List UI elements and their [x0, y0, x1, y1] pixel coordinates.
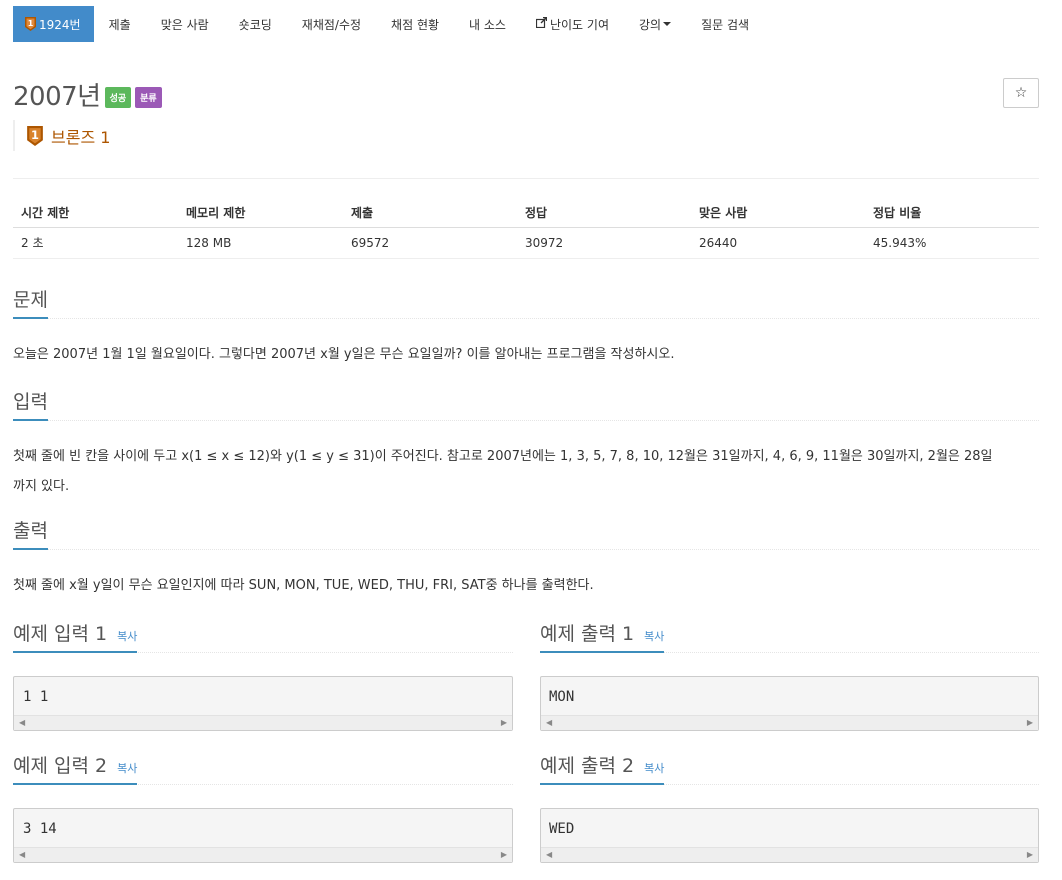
copy-sample-input-1-button[interactable]: 복사	[117, 630, 137, 643]
output-header: 출력	[13, 518, 1039, 550]
input-text-line: 까지 있다.	[13, 479, 70, 494]
submissions-value: 69572	[343, 227, 517, 259]
sample-output-1-box[interactable]: MON ◀ ▶	[540, 676, 1039, 731]
nav-status[interactable]: 채점 현황	[376, 6, 454, 42]
output-text: 첫째 줄에 x월 y일이 무슨 요일인지에 따라 SUN, MON, TUE, …	[13, 578, 594, 593]
table-header: 맞은 사람	[691, 198, 865, 228]
sample-input-2-header: 예제 입력 2 복사	[13, 753, 513, 785]
table-header: 시간 제한	[13, 198, 178, 228]
output-title: 출력	[13, 518, 48, 550]
favorite-star-button[interactable]: ☆	[1003, 78, 1039, 108]
accept-ratio-value: 45.943%	[865, 227, 1039, 259]
description-text: 오늘은 2007년 1월 1일 월요일이다. 그렇다면 2007년 x월 y일은…	[13, 347, 675, 362]
copy-sample-output-1-button[interactable]: 복사	[644, 630, 664, 643]
scroll-left-icon[interactable]: ◀	[546, 718, 552, 727]
svg-text:1: 1	[31, 127, 39, 141]
sample-input-2-title-wrap: 예제 입력 2 복사	[13, 753, 138, 785]
horizontal-scrollbar[interactable]: ◀ ▶	[541, 847, 1038, 862]
sample-output-1-code: MON	[549, 689, 575, 705]
nav-lecture-label: 강의	[638, 17, 662, 32]
description-title: 문제	[13, 287, 48, 319]
sample-input-1-title-wrap: 예제 입력 1 복사	[13, 621, 138, 653]
scroll-right-icon[interactable]: ▶	[1027, 718, 1033, 727]
nav-my-source[interactable]: 내 소스	[454, 6, 521, 42]
problem-menu: 1 1924번 제출 맞은 사람 숏코딩 재채점/수정 채점 현황 내 소스 난…	[13, 6, 764, 42]
tier-label[interactable]: 브론즈 1	[51, 124, 110, 148]
scroll-right-icon[interactable]: ▶	[1027, 850, 1033, 859]
nav-lecture-dropdown[interactable]: 강의	[624, 6, 686, 42]
problem-info-table: 시간 제한 메모리 제한 제출 정답 맞은 사람 정답 비율 2 초 128 M…	[13, 198, 1039, 259]
nav-difficulty-label: 난이도 기여	[549, 17, 609, 32]
memory-limit-value: 128 MB	[178, 227, 343, 259]
sample-output-2-title-wrap: 예제 출력 2 복사	[540, 753, 665, 785]
scroll-left-icon[interactable]: ◀	[19, 718, 25, 727]
divider	[13, 178, 1039, 179]
table-header: 메모리 제한	[178, 198, 343, 228]
table-header: 정답 비율	[865, 198, 1039, 228]
copy-sample-input-2-button[interactable]: 복사	[117, 762, 137, 775]
scroll-left-icon[interactable]: ◀	[19, 850, 25, 859]
scroll-right-icon[interactable]: ▶	[501, 850, 507, 859]
solved-users-value: 26440	[691, 227, 865, 259]
sample-input-2-title: 예제 입력 2	[13, 755, 108, 777]
description-header: 문제	[13, 287, 1039, 319]
nav-problem-number-label: 1924번	[39, 17, 81, 32]
table-row: 2 초 128 MB 69572 30972 26440 45.943%	[13, 227, 1039, 259]
scroll-left-icon[interactable]: ◀	[546, 850, 552, 859]
sample-input-1-title: 예제 입력 1	[13, 623, 108, 645]
svg-text:1: 1	[28, 19, 34, 28]
horizontal-scrollbar[interactable]: ◀ ▶	[541, 715, 1038, 730]
sample-output-2-title: 예제 출력 2	[540, 755, 635, 777]
caret-down-icon	[663, 22, 672, 26]
table-header: 정답	[517, 198, 691, 228]
nav-solved-users[interactable]: 맞은 사람	[146, 6, 224, 42]
tier-indicator: 1 브론즈 1	[13, 120, 110, 151]
problem-title-row: 2007년 성공 분류	[13, 76, 162, 113]
sample-output-2-code: WED	[549, 821, 575, 837]
bronze-tier-icon: 1	[27, 125, 43, 146]
input-text: 첫째 줄에 빈 칸을 사이에 두고 x(1 ≤ x ≤ 12)와 y(1 ≤ y…	[13, 442, 1039, 502]
star-icon: ☆	[1014, 85, 1028, 101]
bronze-tier-icon: 1	[25, 17, 36, 31]
input-text-line: 첫째 줄에 빈 칸을 사이에 두고 x(1 ≤ x ≤ 12)와 y(1 ≤ y…	[13, 449, 993, 464]
horizontal-scrollbar[interactable]: ◀ ▶	[14, 715, 512, 730]
input-title: 입력	[13, 389, 48, 421]
nav-submit[interactable]: 제출	[94, 6, 146, 42]
horizontal-scrollbar[interactable]: ◀ ▶	[14, 847, 512, 862]
nav-rejudge[interactable]: 재채점/수정	[287, 6, 376, 42]
accepted-value: 30972	[517, 227, 691, 259]
status-badge-solved[interactable]: 성공	[104, 87, 132, 108]
time-limit-value: 2 초	[13, 227, 178, 259]
table-header: 제출	[343, 198, 517, 228]
nav-short-coding[interactable]: 숏코딩	[224, 6, 287, 42]
input-header: 입력	[13, 389, 1039, 421]
external-link-icon	[535, 16, 548, 31]
sample-output-2-header: 예제 출력 2 복사	[540, 753, 1039, 785]
page-title: 2007년	[13, 82, 101, 112]
nav-problem-number[interactable]: 1 1924번	[13, 6, 94, 42]
nav-question-search[interactable]: 질문 검색	[686, 6, 764, 42]
table-header-row: 시간 제한 메모리 제한 제출 정답 맞은 사람 정답 비율	[13, 198, 1039, 228]
category-badge[interactable]: 분류	[135, 87, 162, 108]
sample-output-1-header: 예제 출력 1 복사	[540, 621, 1039, 653]
sample-input-1-box[interactable]: 1 1 ◀ ▶	[13, 676, 513, 731]
sample-output-1-title-wrap: 예제 출력 1 복사	[540, 621, 665, 653]
sample-input-1-code: 1 1	[23, 689, 49, 705]
sample-output-2-box[interactable]: WED ◀ ▶	[540, 808, 1039, 863]
sample-input-2-code: 3 14	[23, 821, 57, 837]
copy-sample-output-2-button[interactable]: 복사	[644, 762, 664, 775]
sample-input-2-box[interactable]: 3 14 ◀ ▶	[13, 808, 513, 863]
nav-difficulty-contribute[interactable]: 난이도 기여	[521, 6, 624, 42]
scroll-right-icon[interactable]: ▶	[501, 718, 507, 727]
sample-output-1-title: 예제 출력 1	[540, 623, 635, 645]
sample-input-1-header: 예제 입력 1 복사	[13, 621, 513, 653]
